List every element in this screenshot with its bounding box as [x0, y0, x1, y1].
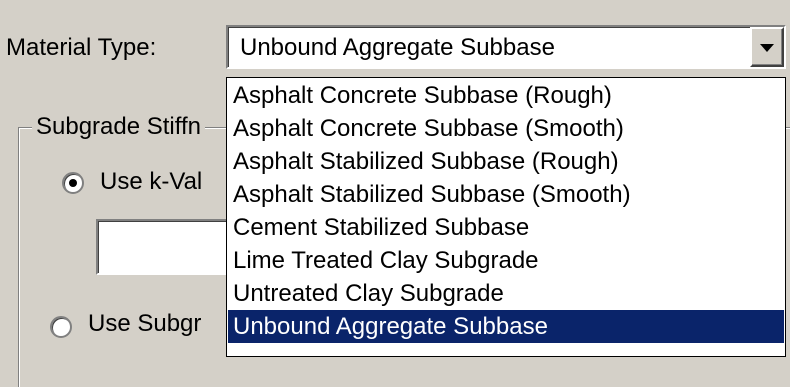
material-type-combobox[interactable]: Unbound Aggregate Subbase: [226, 25, 786, 69]
dropdown-option-asphalt-stabilized-rough[interactable]: Asphalt Stabilized Subbase (Rough): [228, 145, 784, 178]
chevron-down-icon: [760, 44, 774, 52]
material-type-dropdown-button[interactable]: [750, 27, 784, 67]
use-kvalue-label[interactable]: Use k-Val: [100, 168, 202, 196]
dropdown-option-cement-stabilized[interactable]: Cement Stabilized Subbase: [228, 211, 784, 244]
dropdown-option-untreated-clay[interactable]: Untreated Clay Subgrade: [228, 277, 784, 310]
subgrade-stiffness-group-title: Subgrade Stiffn: [32, 113, 206, 141]
material-type-selected-value: Unbound Aggregate Subbase: [240, 34, 555, 61]
material-type-dropdown-list[interactable]: Asphalt Concrete Subbase (Rough) Asphalt…: [226, 77, 786, 357]
use-subgrade-label[interactable]: Use Subgr: [88, 310, 201, 338]
dropdown-option-asphalt-concrete-rough[interactable]: Asphalt Concrete Subbase (Rough): [228, 79, 784, 112]
dropdown-option-asphalt-concrete-smooth[interactable]: Asphalt Concrete Subbase (Smooth): [228, 112, 784, 145]
radio-checked-indicator: [69, 179, 77, 187]
use-subgrade-radio[interactable]: [50, 316, 72, 338]
material-type-label: Material Type:: [6, 34, 157, 61]
dropdown-option-lime-treated-clay[interactable]: Lime Treated Clay Subgrade: [228, 244, 784, 277]
use-kvalue-radio[interactable]: [62, 172, 84, 194]
dropdown-option-asphalt-stabilized-smooth[interactable]: Asphalt Stabilized Subbase (Smooth): [228, 178, 784, 211]
dropdown-option-unbound-aggregate[interactable]: Unbound Aggregate Subbase: [228, 310, 784, 343]
